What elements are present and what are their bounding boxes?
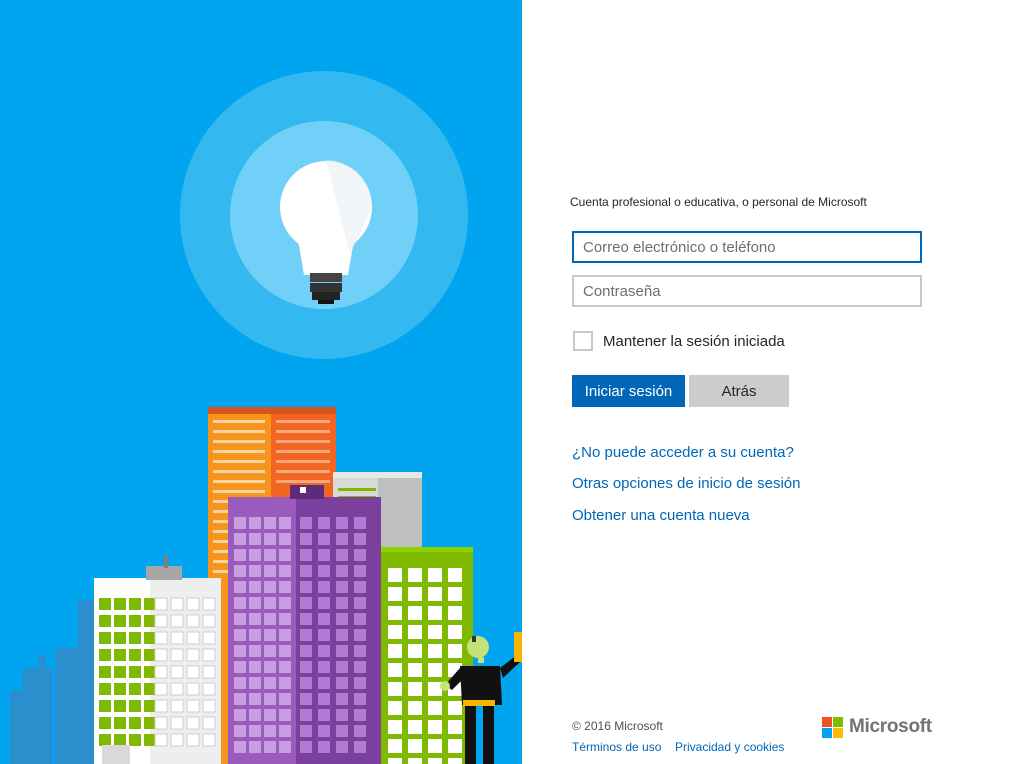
signin-button[interactable]: Iniciar sesión — [572, 375, 685, 407]
keep-signed-in-row[interactable]: Mantener la sesión iniciada — [573, 331, 785, 351]
copyright-text: © 2016 Microsoft — [572, 719, 663, 733]
microsoft-squares-icon — [822, 716, 843, 738]
signin-panel: Cuenta profesional o educativa, o person… — [522, 0, 1015, 764]
password-field[interactable] — [572, 275, 922, 307]
illustration-panel — [0, 0, 522, 764]
keep-signed-in-label[interactable]: Mantener la sesión iniciada — [603, 333, 785, 350]
distant-skyline — [10, 600, 98, 764]
get-new-account-link[interactable]: Obtener una cuenta nueva — [572, 507, 750, 524]
microsoft-logo: Microsoft — [822, 716, 932, 738]
other-signin-options-link[interactable]: Otras opciones de inicio de sesión — [572, 475, 800, 492]
white-building — [94, 556, 221, 764]
green-building — [381, 547, 473, 764]
terms-of-use-link[interactable]: Términos de uso — [572, 740, 661, 754]
cant-access-link[interactable]: ¿No puede acceder a su cuenta? — [572, 444, 794, 461]
privacy-cookies-link[interactable]: Privacidad y cookies — [675, 740, 784, 754]
microsoft-wordmark: Microsoft — [849, 716, 932, 737]
purple-building — [228, 485, 381, 764]
signin-heading: Cuenta profesional o educativa, o person… — [570, 195, 867, 209]
back-button[interactable]: Atrás — [689, 375, 789, 407]
email-field[interactable] — [572, 231, 922, 263]
keep-signed-in-checkbox[interactable] — [573, 331, 593, 351]
city-illustration — [10, 71, 522, 764]
